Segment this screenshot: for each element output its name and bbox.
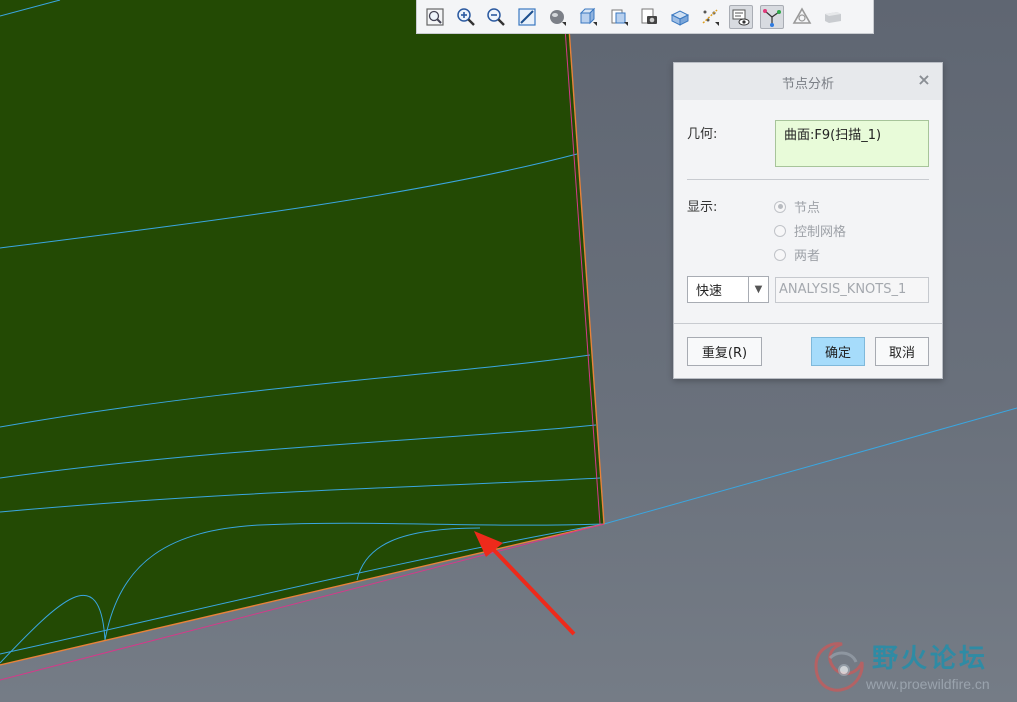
- display-style-button[interactable]: [576, 5, 600, 29]
- radio-dot: [774, 224, 786, 237]
- knot-analysis-dialog: 节点分析 × 几何: 曲面:F9(扫描_1) 显示: 节点 控制网格 两者 快速…: [673, 62, 943, 379]
- radio-dot: [774, 200, 786, 213]
- display-style-icon: [579, 7, 597, 26]
- radio-control-mesh[interactable]: 控制网格: [774, 221, 846, 240]
- geometry-label: 几何:: [687, 127, 718, 142]
- hidden-line-button[interactable]: [821, 5, 845, 29]
- repaint-icon: [518, 7, 536, 26]
- zoom-out-button[interactable]: [484, 5, 508, 29]
- divider: [674, 323, 942, 324]
- analysis-name-text: ANALYSIS_KNOTS_1: [779, 282, 907, 297]
- surface-f9[interactable]: [0, 0, 604, 665]
- chevron-down-icon[interactable]: ▼: [748, 277, 768, 302]
- zoom-in-button[interactable]: [454, 5, 478, 29]
- repaint-button[interactable]: [515, 5, 539, 29]
- spin-center-button[interactable]: [759, 4, 784, 29]
- zoom-in-icon: [456, 7, 475, 26]
- red-arrow-annotation: [474, 531, 576, 636]
- select-value: 快速: [696, 284, 723, 299]
- close-icon[interactable]: ×: [916, 72, 932, 88]
- repeat-button[interactable]: 重复(R): [687, 337, 762, 366]
- datum-display-button[interactable]: [698, 5, 722, 29]
- geometry-collector[interactable]: 曲面:F9(扫描_1): [775, 120, 929, 167]
- display-label: 显示:: [687, 200, 718, 215]
- refit-button[interactable]: [423, 5, 447, 29]
- saved-orientations-icon: [611, 9, 628, 26]
- zoom-out-icon: [487, 7, 506, 26]
- ok-button[interactable]: 确定: [811, 337, 865, 366]
- radio-dot: [774, 248, 786, 261]
- divider: [687, 179, 929, 180]
- annotation-display-button[interactable]: [728, 4, 753, 29]
- datum-display-icon: [702, 8, 720, 26]
- annotation-display-icon: [732, 9, 750, 25]
- appearance-button[interactable]: [790, 5, 814, 29]
- hidden-line-icon: [824, 11, 841, 23]
- section-button[interactable]: [668, 5, 692, 29]
- dialog-title: 节点分析: [781, 77, 834, 92]
- watermark-url: www.proewildfire.cn: [866, 676, 990, 692]
- saved-orientations-button[interactable]: [607, 5, 631, 29]
- appearance-icon: [792, 6, 812, 24]
- forum-logo-icon: [814, 642, 864, 692]
- surface-fill: [0, 0, 604, 665]
- view-manager-button[interactable]: [637, 5, 661, 29]
- background-isoline: [603, 407, 1017, 525]
- radio-label: 节点: [794, 201, 821, 216]
- graphics-toolbar: [416, 0, 874, 34]
- perspective-icon: [550, 9, 567, 26]
- radio-knots[interactable]: 节点: [774, 197, 820, 216]
- view-manager-icon: [641, 8, 658, 24]
- spin-center-icon: [762, 8, 781, 27]
- perspective-button[interactable]: [545, 5, 569, 29]
- radio-label: 控制网格: [794, 225, 847, 240]
- radio-both[interactable]: 两者: [774, 245, 820, 264]
- analysis-mode-select[interactable]: 快速 ▼: [687, 276, 769, 303]
- watermark: 野火论坛 www.proewildfire.cn: [806, 634, 1017, 702]
- cancel-button[interactable]: 取消: [875, 337, 929, 366]
- watermark-title: 野火论坛: [872, 644, 989, 674]
- radio-label: 两者: [794, 249, 821, 264]
- section-icon: [670, 9, 689, 26]
- analysis-name-field[interactable]: ANALYSIS_KNOTS_1: [775, 277, 929, 303]
- refit-icon: [426, 7, 444, 26]
